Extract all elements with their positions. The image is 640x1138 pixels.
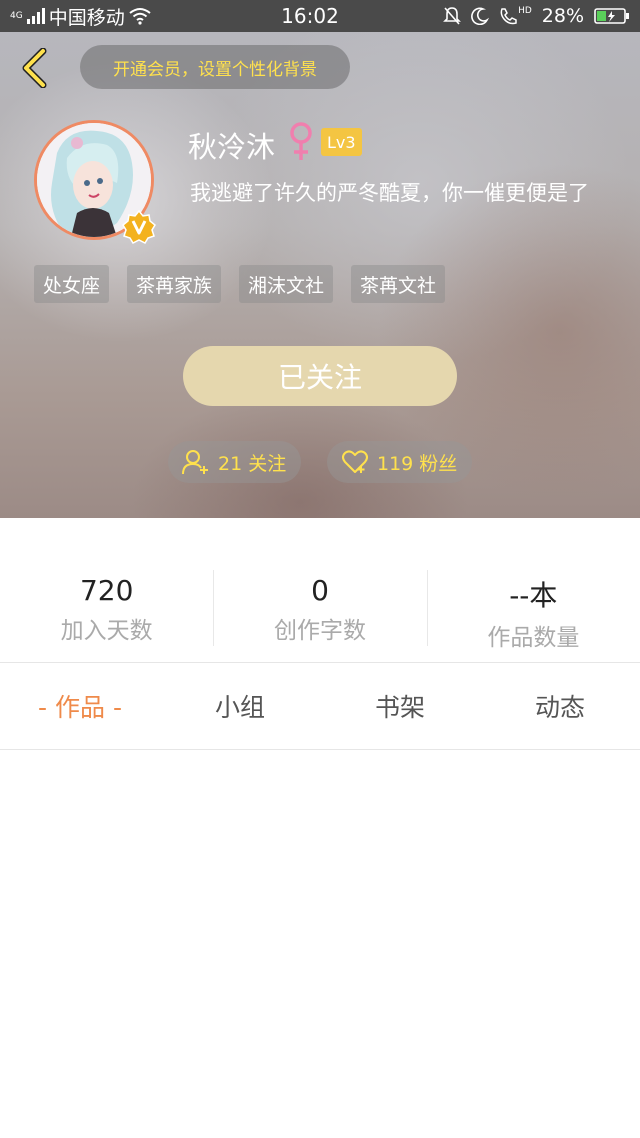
signature: 我逃避了许久的严冬酷夏，你一催更便是了	[190, 181, 589, 205]
battery-icon	[594, 8, 629, 24]
stat-value: 720	[79, 574, 134, 607]
tab-bar: - 作品 - 小组 书架 动态	[0, 663, 640, 749]
back-chevron-icon	[22, 48, 47, 88]
mute-bell-icon	[443, 7, 461, 25]
stat-value: --本	[509, 579, 558, 612]
tab-groups[interactable]: 小组	[160, 663, 320, 749]
tab-activity[interactable]: 动态	[480, 663, 640, 749]
phone-hd-icon: HD	[499, 7, 532, 25]
signal-icon	[26, 8, 45, 24]
stats-row: 720 加入天数 0 创作字数 --本 作品数量	[0, 560, 640, 651]
v-badge-icon	[122, 210, 156, 244]
stat-label: 加入天数	[60, 618, 153, 644]
tag[interactable]: 处女座	[34, 265, 110, 303]
network-badge: 4G	[10, 10, 23, 21]
stat-label: 作品数量	[487, 625, 580, 651]
stat-works-count: --本 作品数量	[426, 560, 640, 651]
stat-word-count: 0 创作字数	[213, 560, 426, 650]
fans-count: 119 粉丝	[377, 452, 458, 475]
battery-percent: 28%	[541, 5, 584, 27]
follow-button[interactable]: 已关注	[183, 346, 457, 406]
content-area	[0, 750, 640, 1138]
tag[interactable]: 湘沫文社	[239, 265, 334, 303]
carrier-label: 中国移动	[48, 6, 125, 29]
clock: 16:02	[281, 4, 339, 28]
back-button[interactable]	[14, 46, 54, 90]
female-icon	[290, 122, 312, 160]
tab-works[interactable]: - 作品 -	[0, 663, 160, 749]
level-badge: Lv3	[321, 128, 362, 156]
vip-promo-button[interactable]: 开通会员，设置个性化背景	[80, 45, 350, 89]
wifi-icon	[129, 8, 151, 25]
heart-icon	[342, 450, 368, 473]
nickname: 秋泠沐	[188, 130, 276, 164]
stat-value: 0	[311, 574, 329, 607]
tab-bookshelf[interactable]: 书架	[320, 663, 480, 749]
tag[interactable]: 茶苒家族	[127, 265, 222, 303]
user-add-icon	[182, 450, 208, 475]
tag[interactable]: 茶苒文社	[351, 265, 446, 303]
profile-header: 开通会员，设置个性化背景 秋泠沐 Lv3 我逃避了许久的严冬酷夏，你一催更便是了…	[0, 32, 640, 518]
following-count: 21 关注	[218, 452, 287, 475]
avatar[interactable]	[34, 120, 156, 244]
fans-count-button[interactable]: 119 粉丝	[327, 441, 472, 483]
tag-list: 处女座 茶苒家族 湘沫文社 茶苒文社	[34, 265, 446, 303]
stat-label: 创作字数	[273, 618, 366, 644]
status-bar: 4G 中国移动 16:02 HD 28%	[0, 0, 640, 32]
following-count-button[interactable]: 21 关注	[168, 441, 301, 483]
stat-join-days: 720 加入天数	[0, 560, 213, 650]
moon-icon	[471, 7, 490, 25]
